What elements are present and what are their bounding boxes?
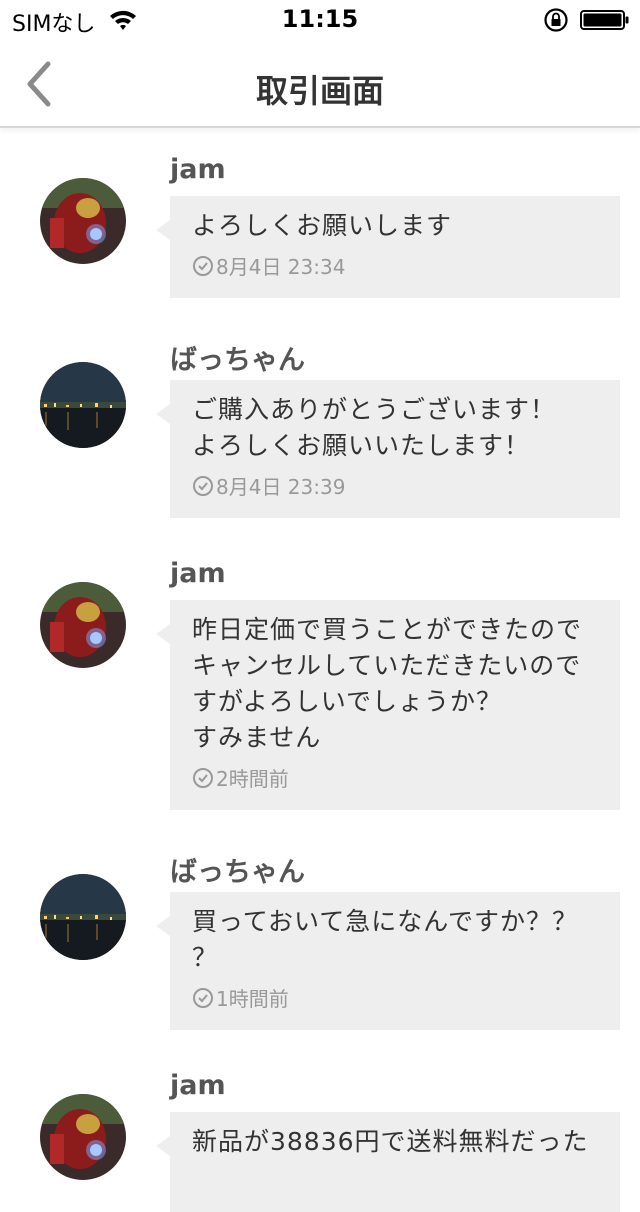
night-city-avatar-icon <box>40 362 126 448</box>
message-timestamp: 8月4日 23:39 <box>192 471 345 500</box>
clock-icon <box>193 475 213 496</box>
ironman-avatar-icon <box>40 582 126 668</box>
ironman-avatar-icon <box>40 178 126 264</box>
message-timestamp: 8月4日 23:34 <box>192 251 345 280</box>
message-text: 昨日定価で買うことができたので キャンセルしていただきたいので すがよろしいでし… <box>192 615 583 752</box>
sender-name: ばっちゃん <box>170 345 305 376</box>
avatar[interactable] <box>40 874 126 960</box>
clock-icon <box>193 767 213 788</box>
clock-icon <box>193 255 213 276</box>
ironman-avatar-icon <box>40 1094 126 1180</box>
message-timestamp: 2時間前 <box>192 763 289 792</box>
message-text: ご購入ありがとうございます！ よろしくお願いいたします！ <box>192 395 557 460</box>
navigation-bar: 取引画面 <box>0 40 640 128</box>
message-bubble: 買っておいて急になんですか？？ ？ 1時間前 <box>156 892 620 1030</box>
message-text: 買っておいて急になんですか？？ ？ <box>192 907 579 972</box>
clock-icon <box>193 987 213 1008</box>
battery-icon <box>580 10 629 30</box>
avatar[interactable] <box>40 1094 126 1180</box>
night-city-avatar-icon <box>40 874 126 960</box>
sender-name: jam <box>170 558 226 589</box>
message-bubble: 昨日定価で買うことができたので キャンセルしていただきたいので すがよろしいでし… <box>156 600 620 810</box>
timestamp-text: 1時間前 <box>216 987 289 1011</box>
message-bubble: よろしくお願いします 8月4日 23:34 <box>156 196 620 298</box>
rotation-lock-icon <box>544 8 568 32</box>
timestamp-text: 2時間前 <box>216 767 289 791</box>
timestamp-text: 8月4日 23:34 <box>216 255 346 279</box>
message-bubble: ご購入ありがとうございます！ よろしくお願いいたします！ 8月4日 23:39 <box>156 380 620 518</box>
message-timestamp: 1時間前 <box>192 983 289 1012</box>
message-bubble: 新品が38836円で送料無料だった <box>156 1112 620 1212</box>
sender-name: ばっちゃん <box>170 857 305 888</box>
sender-name: jam <box>170 154 226 185</box>
avatar[interactable] <box>40 178 126 264</box>
page-title: 取引画面 <box>255 72 384 110</box>
status-bar: SIMなし 11:15 <box>0 0 640 40</box>
message-text: 新品が38836円で送料無料だった <box>192 1127 589 1156</box>
avatar[interactable] <box>40 362 126 448</box>
message-text: よろしくお願いします <box>192 211 453 240</box>
sender-name: jam <box>170 1070 226 1101</box>
timestamp-text: 8月4日 23:39 <box>216 475 346 499</box>
avatar[interactable] <box>40 582 126 668</box>
